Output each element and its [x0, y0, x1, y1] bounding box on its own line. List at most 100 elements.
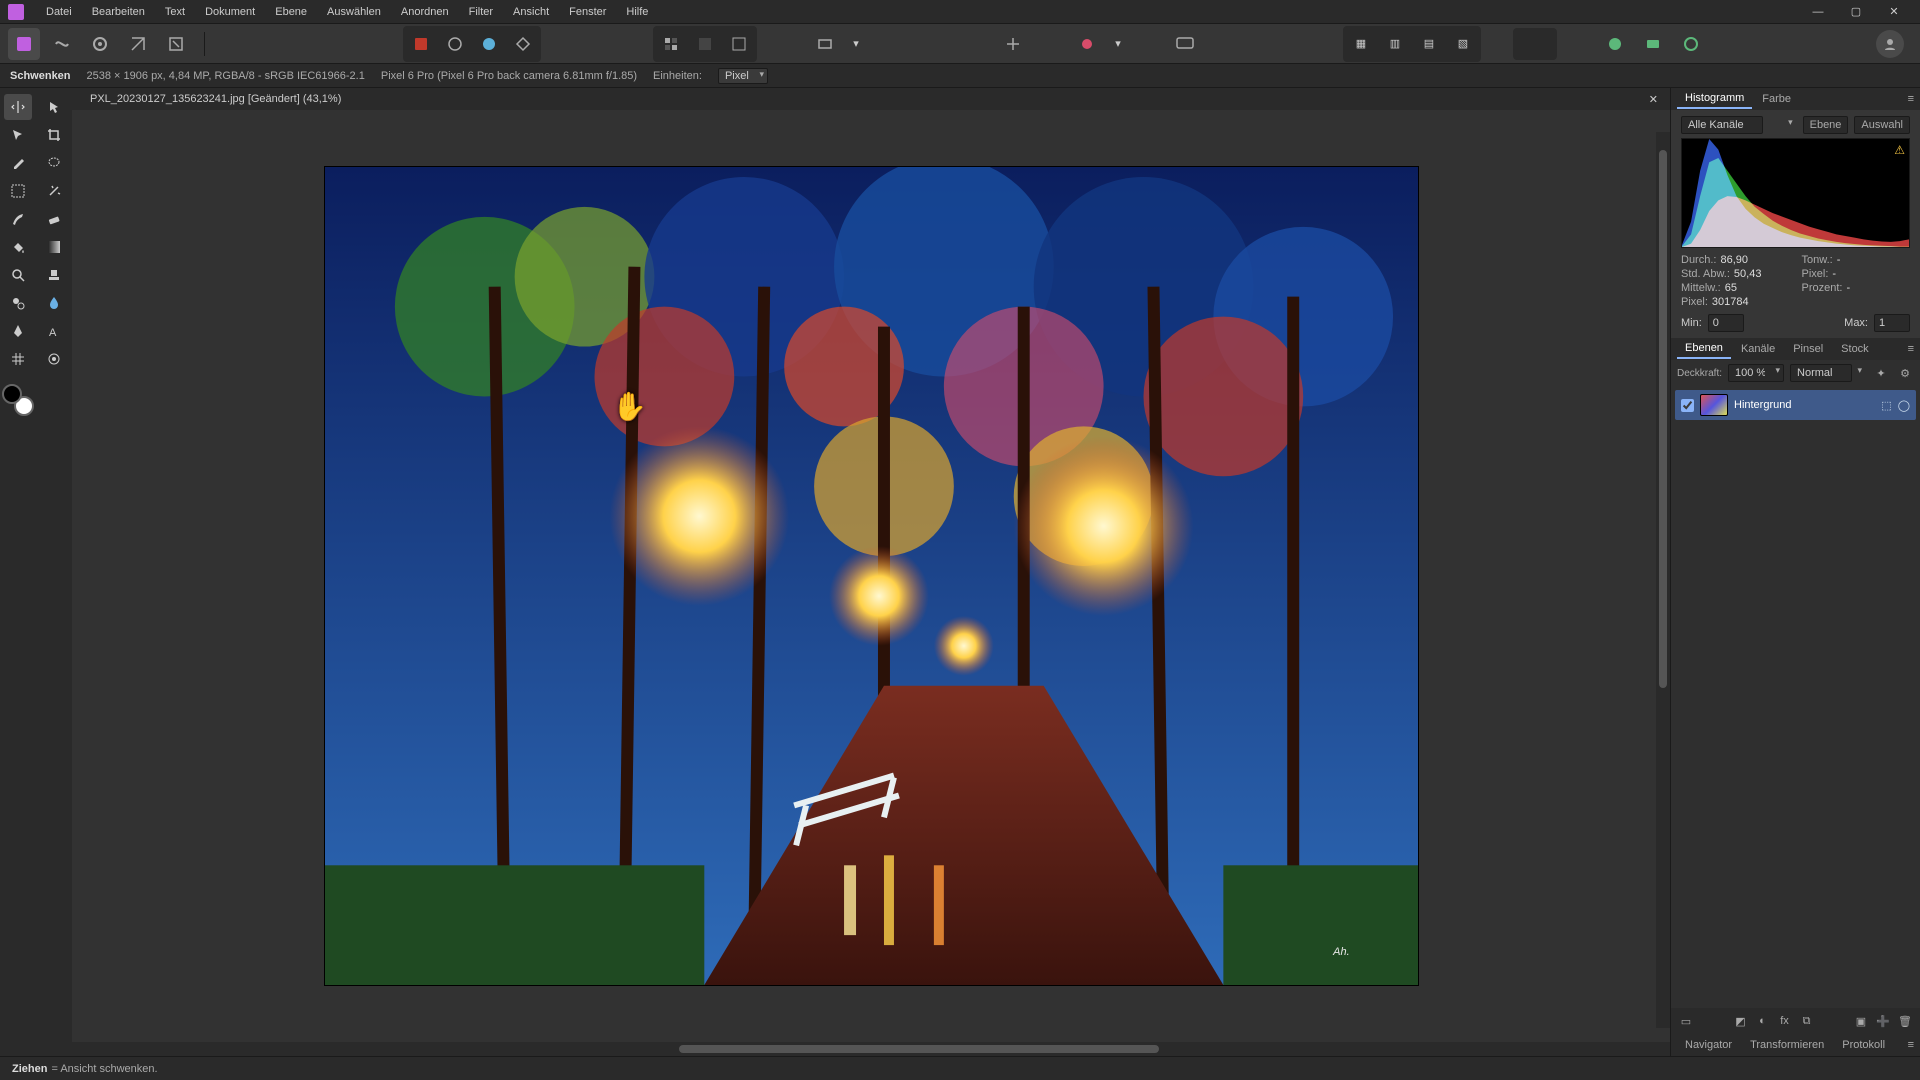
close-button[interactable]: ✕ — [1876, 2, 1912, 22]
tab-brushes[interactable]: Pinsel — [1785, 340, 1831, 358]
fx-add-button[interactable]: fx — [1776, 1012, 1794, 1030]
live-filter-button[interactable]: ⧉ — [1798, 1012, 1816, 1030]
quickmask-button[interactable] — [655, 28, 687, 60]
minimize-button[interactable]: ― — [1800, 2, 1836, 22]
color-swatch[interactable] — [2, 384, 34, 416]
layer-settings-button[interactable]: ⚙ — [1896, 364, 1914, 382]
lasso-tool[interactable] — [40, 150, 68, 176]
layer-link-icon[interactable]: ◯ — [1898, 399, 1910, 412]
persona-develop-button[interactable] — [84, 28, 116, 60]
pan-tool[interactable] — [4, 94, 32, 120]
persona-liquify-button[interactable] — [46, 28, 78, 60]
delete-layer-button[interactable]: 🗑 — [1896, 1012, 1914, 1030]
histogram-min-input[interactable] — [1708, 314, 1744, 332]
tab-histogram[interactable]: Histogramm — [1677, 89, 1752, 109]
arrange-3-button[interactable]: ▤ — [1413, 28, 1445, 60]
selection-add-button[interactable] — [439, 28, 471, 60]
tab-navigator[interactable]: Navigator — [1677, 1036, 1740, 1054]
horizontal-scrollbar[interactable] — [72, 1042, 1670, 1056]
maximize-button[interactable]: ▢ — [1838, 2, 1874, 22]
stamp-tool[interactable] — [40, 262, 68, 288]
crop-aspect-button[interactable] — [809, 28, 841, 60]
tab-color[interactable]: Farbe — [1754, 90, 1799, 108]
document-close-button[interactable]: ✕ — [1643, 93, 1664, 106]
histogram-max-input[interactable] — [1874, 314, 1910, 332]
histogram-mode-ebene[interactable]: Ebene — [1803, 116, 1849, 134]
tab-history[interactable]: Protokoll — [1834, 1036, 1893, 1054]
preview-button[interactable] — [1169, 28, 1201, 60]
tab-transform[interactable]: Transformieren — [1742, 1036, 1832, 1054]
menu-dokument[interactable]: Dokument — [195, 2, 265, 22]
menu-fenster[interactable]: Fenster — [559, 2, 616, 22]
quickmask-3-button[interactable] — [723, 28, 755, 60]
arrange-2-button[interactable]: ▥ — [1379, 28, 1411, 60]
menu-datei[interactable]: Datei — [36, 2, 82, 22]
snapping-button[interactable] — [997, 28, 1029, 60]
menu-anordnen[interactable]: Anordnen — [391, 2, 459, 22]
account-button[interactable] — [1876, 30, 1904, 58]
magic-wand-tool[interactable] — [40, 178, 68, 204]
text-tool[interactable]: A — [40, 318, 68, 344]
selection-intersect-button[interactable] — [507, 28, 539, 60]
layer-visibility-checkbox[interactable] — [1681, 399, 1694, 412]
units-select[interactable]: Pixel — [718, 68, 768, 84]
quickmask-2-button[interactable] — [689, 28, 721, 60]
persona-photo-button[interactable] — [8, 28, 40, 60]
layer-lock-icon[interactable]: ⬚ — [1881, 399, 1891, 412]
layers-expand-button[interactable]: ▭ — [1677, 1012, 1695, 1030]
blur-tool[interactable] — [40, 290, 68, 316]
tab-stock[interactable]: Stock — [1833, 340, 1877, 358]
selection-sub-button[interactable] — [473, 28, 505, 60]
menu-hilfe[interactable]: Hilfe — [616, 2, 658, 22]
tab-channels[interactable]: Kanäle — [1733, 340, 1783, 358]
new-layer-button[interactable]: ➕ — [1874, 1012, 1892, 1030]
cloud-sync-button[interactable] — [1599, 28, 1631, 60]
zoom-tool[interactable] — [4, 262, 32, 288]
pen-tool[interactable] — [4, 318, 32, 344]
cloud-share-button[interactable] — [1675, 28, 1707, 60]
histogram-mode-auswahl[interactable]: Auswahl — [1854, 116, 1910, 134]
color-picker-tool[interactable] — [4, 150, 32, 176]
zoom-display-button[interactable] — [1513, 28, 1557, 60]
opacity-select[interactable]: 100 % — [1728, 364, 1784, 382]
move-tool[interactable] — [4, 122, 32, 148]
menu-auswählen[interactable]: Auswählen — [317, 2, 391, 22]
selection-new-button[interactable] — [405, 28, 437, 60]
layers-panel-menu-button[interactable]: ≡ — [1902, 343, 1920, 355]
viewport[interactable]: Ah. ✋ — [72, 110, 1670, 1042]
view-tool[interactable] — [40, 346, 68, 372]
histogram-channel-select[interactable]: Alle Kanäle — [1681, 116, 1763, 134]
assistant-button[interactable] — [1071, 28, 1103, 60]
group-button[interactable]: ▣ — [1852, 1012, 1870, 1030]
arrow-tool[interactable] — [40, 94, 68, 120]
crop-tool[interactable] — [40, 122, 68, 148]
tab-layers[interactable]: Ebenen — [1677, 339, 1731, 359]
document-tab[interactable]: PXL_20230127_135623241.jpg [Geändert] (4… — [80, 90, 351, 108]
arrange-4-button[interactable]: ▧ — [1447, 28, 1479, 60]
cloud-open-button[interactable] — [1637, 28, 1669, 60]
vertical-scrollbar[interactable] — [1656, 132, 1670, 1028]
menu-bearbeiten[interactable]: Bearbeiten — [82, 2, 155, 22]
eraser-tool[interactable] — [40, 206, 68, 232]
persona-tone-button[interactable] — [122, 28, 154, 60]
clone-tool[interactable] — [4, 290, 32, 316]
brush-tool[interactable] — [4, 206, 32, 232]
crop-aspect-dropdown[interactable]: ▾ — [847, 28, 865, 60]
adjustment-add-button[interactable]: ◐ — [1754, 1012, 1772, 1030]
layer-fx-button[interactable]: ✦ — [1872, 364, 1890, 382]
menu-ansicht[interactable]: Ansicht — [503, 2, 559, 22]
menu-ebene[interactable]: Ebene — [265, 2, 317, 22]
layer-row[interactable]: Hintergrund ⬚◯ — [1675, 390, 1916, 420]
menu-text[interactable]: Text — [155, 2, 195, 22]
persona-export-button[interactable] — [160, 28, 192, 60]
bottom-panel-menu-button[interactable]: ≡ — [1902, 1039, 1920, 1051]
blend-mode-select[interactable]: Normal — [1790, 364, 1852, 382]
gradient-tool[interactable] — [40, 234, 68, 260]
grid-tool[interactable] — [4, 346, 32, 372]
mask-add-button[interactable]: ◩ — [1732, 1012, 1750, 1030]
histogram-warning-icon[interactable]: ⚠ — [1894, 143, 1905, 157]
selection-rect-tool[interactable] — [4, 178, 32, 204]
panel-menu-button[interactable]: ≡ — [1902, 93, 1920, 105]
menu-filter[interactable]: Filter — [459, 2, 503, 22]
fill-tool[interactable] — [4, 234, 32, 260]
